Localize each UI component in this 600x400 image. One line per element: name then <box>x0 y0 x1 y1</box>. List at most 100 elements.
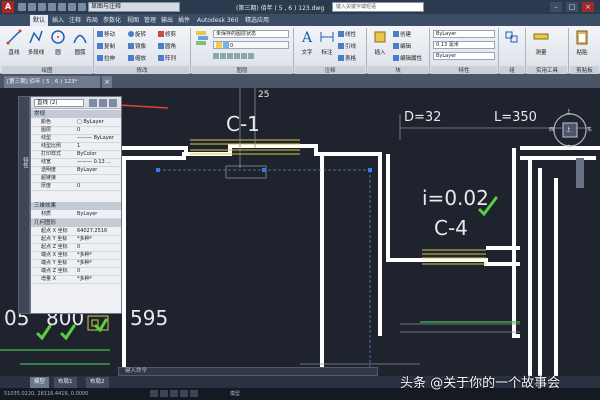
utilities-group-label[interactable]: 实用工具 <box>527 66 567 74</box>
select-objects-icon[interactable] <box>99 99 107 107</box>
property-row[interactable]: 线型比例 1 <box>31 143 121 151</box>
property-row[interactable]: 增量 X *多种* <box>31 276 121 284</box>
property-value[interactable]: *多种* <box>77 252 92 259</box>
rotate-button[interactable]: 旋转 <box>128 30 146 38</box>
polar-toggle-icon[interactable] <box>180 390 188 397</box>
restore-button[interactable]: □ <box>566 2 578 12</box>
new-file-icon[interactable] <box>18 3 26 11</box>
section-geometry[interactable]: 几何图形 <box>31 219 121 227</box>
property-row[interactable]: 颜色 □ ByLayer <box>31 119 121 127</box>
circle-button[interactable]: 圆 <box>47 28 69 64</box>
table-button[interactable]: 表格 <box>338 54 356 62</box>
print-icon[interactable] <box>58 3 66 11</box>
document-tab[interactable]: [第三期] 佰年 ( 5 , 6 ) 123* <box>4 76 100 88</box>
tab-model[interactable]: 模型 <box>30 377 50 388</box>
tab-insert[interactable]: 插入 <box>49 15 67 26</box>
open-file-icon[interactable] <box>28 3 36 11</box>
draw-group-label[interactable]: 绘图 <box>2 66 92 74</box>
tab-autodesk-360[interactable]: Autodesk 360 <box>194 15 241 26</box>
autocad-logo-icon[interactable]: A <box>2 1 14 13</box>
property-value[interactable]: 0 <box>77 183 80 190</box>
property-value[interactable]: ByColor <box>77 151 96 158</box>
leader-button[interactable]: 引线 <box>338 42 356 50</box>
close-button[interactable]: × <box>582 2 594 12</box>
measure-button[interactable]: 测量 <box>528 28 554 64</box>
layer-state-select[interactable]: 未保存的图层状态 <box>213 30 289 38</box>
section-general[interactable]: 常规 <box>31 110 121 118</box>
layer-tools-row[interactable] <box>213 53 255 60</box>
tab-layout[interactable]: 布局 <box>83 15 101 26</box>
save-icon[interactable] <box>38 3 46 11</box>
create-block-button[interactable]: 创建 <box>393 30 411 38</box>
scale-button[interactable]: 缩放 <box>128 54 146 62</box>
tab-parametric[interactable]: 参数化 <box>100 15 124 26</box>
clipboard-group-label[interactable]: 剪贴板 <box>570 66 599 74</box>
undo-icon[interactable] <box>68 3 76 11</box>
close-document-icon[interactable]: × <box>102 76 112 88</box>
property-row[interactable]: 透明度 ByLayer <box>31 167 121 175</box>
toggle-pickadd-icon[interactable] <box>89 99 97 107</box>
property-value[interactable]: 1 <box>77 143 80 150</box>
workspace-selector[interactable]: 草图与注释 <box>88 2 180 12</box>
ortho-toggle-icon[interactable] <box>170 390 178 397</box>
viewcube-top-label[interactable]: 上 <box>566 108 571 115</box>
property-row[interactable]: 线宽 ——— 0.13 ... <box>31 159 121 167</box>
coordinates-readout[interactable]: 51035.0220, 28116.4419, 0.0000 <box>4 390 88 398</box>
edit-block-button[interactable]: 编辑 <box>393 42 411 50</box>
property-value[interactable]: *多种* <box>77 260 92 267</box>
paste-button[interactable]: 粘贴 <box>571 28 593 64</box>
lineweight-select[interactable]: 0.13 毫米 <box>433 41 495 49</box>
group-button[interactable] <box>501 28 523 64</box>
line-button[interactable]: 直线 <box>3 28 25 64</box>
block-group-label[interactable]: 块 <box>368 66 428 74</box>
property-value[interactable]: 64027.2516 <box>77 228 107 235</box>
trim-button[interactable]: 修剪 <box>158 30 176 38</box>
polyline-button[interactable]: 多段线 <box>25 28 47 64</box>
properties-group-label[interactable]: 特性 <box>431 66 497 74</box>
redo-icon[interactable] <box>78 3 86 11</box>
snap-toggle-icon[interactable] <box>160 390 168 397</box>
modify-group-label[interactable]: 修改 <box>95 66 189 74</box>
property-value[interactable]: 0 <box>77 127 80 134</box>
property-row[interactable]: 线型 ——— ByLayer <box>31 135 121 143</box>
property-value[interactable]: 0 <box>77 268 80 275</box>
minimize-button[interactable]: – <box>550 2 562 12</box>
property-row[interactable]: 材质 ByLayer <box>31 211 121 219</box>
selection-select[interactable]: 直线 (2) <box>34 99 84 107</box>
tab-home[interactable]: 默认 <box>30 15 49 26</box>
tab-plugins[interactable]: 插件 <box>175 15 193 26</box>
property-row[interactable]: 起点 Z 坐标 0 <box>31 244 121 252</box>
property-row[interactable]: 端点 Z 坐标 0 <box>31 268 121 276</box>
current-layer-select[interactable]: 0 <box>213 41 289 49</box>
property-value[interactable]: ——— ByLayer <box>77 135 114 142</box>
move-button[interactable]: 移动 <box>97 30 115 38</box>
property-value[interactable]: *多种* <box>77 276 92 283</box>
layers-group-label[interactable]: 图层 <box>192 66 292 74</box>
quick-select-icon[interactable] <box>109 99 117 107</box>
stretch-button[interactable]: 拉伸 <box>97 54 115 62</box>
property-value[interactable]: ByLayer <box>77 167 97 174</box>
linear-button[interactable]: 线性 <box>338 30 356 38</box>
search-input[interactable]: 键入关键字或短语 <box>332 2 424 12</box>
tab-output[interactable]: 输出 <box>158 15 176 26</box>
properties-palette-strip[interactable]: 特性 <box>18 96 30 314</box>
property-row[interactable]: 端点 Y 坐标 *多种* <box>31 260 121 268</box>
linetype-select[interactable]: ByLayer <box>433 52 495 60</box>
property-row[interactable]: 起点 Y 坐标 *多种* <box>31 236 121 244</box>
viewcube-east-label[interactable]: 东 <box>587 126 592 133</box>
property-value[interactable]: □ ByLayer <box>77 119 104 126</box>
space-mode[interactable]: 模型 <box>230 390 240 398</box>
property-value[interactable]: *多种* <box>77 236 92 243</box>
annotation-group-label[interactable]: 注释 <box>295 66 365 74</box>
osnap-toggle-icon[interactable] <box>190 390 198 397</box>
property-row[interactable]: 端点 X 坐标 *多种* <box>31 252 121 260</box>
property-value[interactable]: ByLayer <box>77 211 97 218</box>
edit-attribute-button[interactable]: 编辑属性 <box>393 54 422 62</box>
property-row[interactable]: 起点 X 坐标 64027.2516 <box>31 228 121 236</box>
viewcube-west-label[interactable]: 西 <box>549 126 554 133</box>
property-value[interactable]: 0 <box>77 244 80 251</box>
property-value[interactable]: ——— 0.13 ... <box>77 159 111 166</box>
insert-block-button[interactable]: 插入 <box>369 28 391 64</box>
property-row[interactable]: 图层 0 <box>31 127 121 135</box>
grid-toggle-icon[interactable] <box>150 390 158 397</box>
